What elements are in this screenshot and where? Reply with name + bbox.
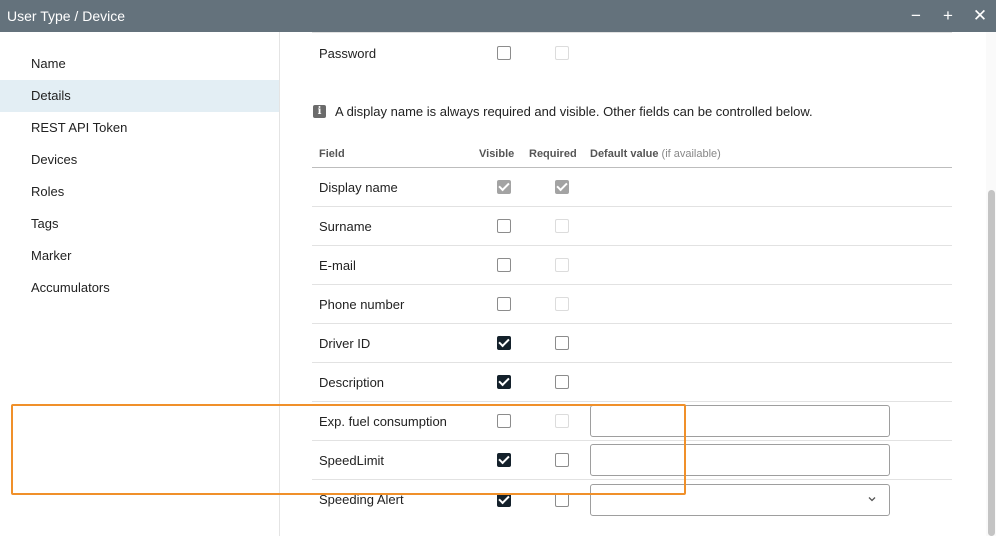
field-label: Speeding Alert [319, 492, 404, 507]
table-row-speedlimit: SpeedLimit [312, 441, 952, 480]
header-field: Field [319, 147, 345, 160]
sidebar-item-label: REST API Token [31, 120, 128, 135]
sidebar-item-label: Details [31, 88, 71, 103]
info-text: A display name is always required and vi… [335, 104, 813, 119]
minimize-icon[interactable]: − [900, 0, 932, 32]
sidebar-item-devices[interactable]: Devices [0, 144, 279, 176]
visible-checkbox[interactable] [496, 297, 511, 311]
close-icon[interactable]: ✕ [964, 0, 996, 32]
sidebar: Name Details REST API Token Devices Role… [0, 32, 280, 536]
info-icon: i [313, 105, 326, 118]
required-checkbox[interactable] [555, 336, 569, 350]
fields-table: Display name Surname E-mail Phone number Dri… [312, 168, 952, 519]
visible-checkbox[interactable] [496, 46, 511, 60]
field-label: E-mail [319, 257, 356, 273]
field-label: Password [319, 45, 377, 61]
visible-checkbox[interactable] [496, 180, 511, 194]
table-row-display-name: Display name [312, 168, 952, 207]
field-label: Exp. fuel consumption [319, 413, 447, 429]
sidebar-item-label: Devices [31, 152, 78, 167]
required-checkbox[interactable] [555, 492, 569, 507]
sidebar-item-rest-api-token[interactable]: REST API Token [0, 112, 279, 144]
required-checkbox[interactable] [555, 258, 569, 272]
table-row-phone-number: Phone number [312, 285, 952, 324]
field-label: Description [319, 374, 385, 390]
visible-checkbox[interactable] [496, 336, 511, 350]
sidebar-item-details[interactable]: Details [0, 80, 279, 112]
chevron-down-icon[interactable] [867, 494, 877, 507]
maximize-icon[interactable]: + [932, 0, 964, 32]
visible-checkbox[interactable] [496, 414, 511, 428]
visible-checkbox[interactable] [496, 492, 511, 507]
header-required: Required [529, 147, 577, 160]
table-row-description: Description [312, 363, 952, 402]
table-row-exp-fuel-consumption: Exp. fuel consumption [312, 402, 952, 441]
scrollbar-thumb[interactable] [988, 190, 995, 536]
required-checkbox[interactable] [555, 414, 569, 428]
sidebar-item-label: Accumulators [31, 280, 110, 295]
visible-checkbox[interactable] [496, 453, 511, 467]
table-row-e-mail: E-mail [312, 246, 952, 285]
required-checkbox[interactable] [555, 297, 569, 311]
visible-checkbox[interactable] [496, 375, 511, 389]
table-header: Field Visible Required Default value (if… [312, 140, 952, 168]
header-visible: Visible [479, 147, 515, 160]
table-row-password: Password [312, 34, 952, 72]
table-row-surname: Surname [312, 207, 952, 246]
sidebar-item-tags[interactable]: Tags [0, 208, 279, 240]
sidebar-item-roles[interactable]: Roles [0, 176, 279, 208]
sidebar-item-name[interactable]: Name [0, 48, 279, 80]
window-titlebar: User Type / Device − + ✕ [0, 0, 996, 32]
table-row-speeding-alert: Speeding Alert [312, 480, 952, 519]
default-value-select[interactable] [590, 483, 890, 516]
required-checkbox[interactable] [555, 219, 569, 233]
required-checkbox[interactable] [555, 180, 569, 194]
default-value-input[interactable] [590, 444, 890, 476]
visible-checkbox[interactable] [496, 219, 511, 233]
field-label: Display name [319, 179, 398, 195]
field-label: Phone number [319, 296, 405, 312]
sidebar-item-label: Marker [31, 248, 72, 263]
sidebar-item-label: Name [31, 56, 66, 71]
required-checkbox[interactable] [555, 46, 569, 60]
sidebar-item-label: Roles [31, 184, 65, 199]
field-label: Surname [319, 218, 372, 234]
window-title: User Type / Device [7, 8, 126, 24]
field-label: Driver ID [319, 335, 371, 351]
field-label: SpeedLimit [319, 452, 385, 468]
visible-checkbox[interactable] [496, 258, 511, 272]
divider [312, 32, 952, 33]
header-default-hint: (if available) [661, 147, 721, 160]
details-panel: Password i A display name is always requ… [281, 32, 986, 536]
table-row-driver-id: Driver ID [312, 324, 952, 363]
default-value-input[interactable] [590, 405, 890, 437]
sidebar-item-marker[interactable]: Marker [0, 240, 279, 272]
info-message: i A display name is always required and … [313, 104, 813, 119]
header-default-value: Default value (if available) [590, 147, 721, 160]
sidebar-item-label: Tags [31, 216, 59, 231]
required-checkbox[interactable] [555, 375, 569, 389]
required-checkbox[interactable] [555, 453, 569, 467]
sidebar-item-accumulators[interactable]: Accumulators [0, 272, 279, 304]
